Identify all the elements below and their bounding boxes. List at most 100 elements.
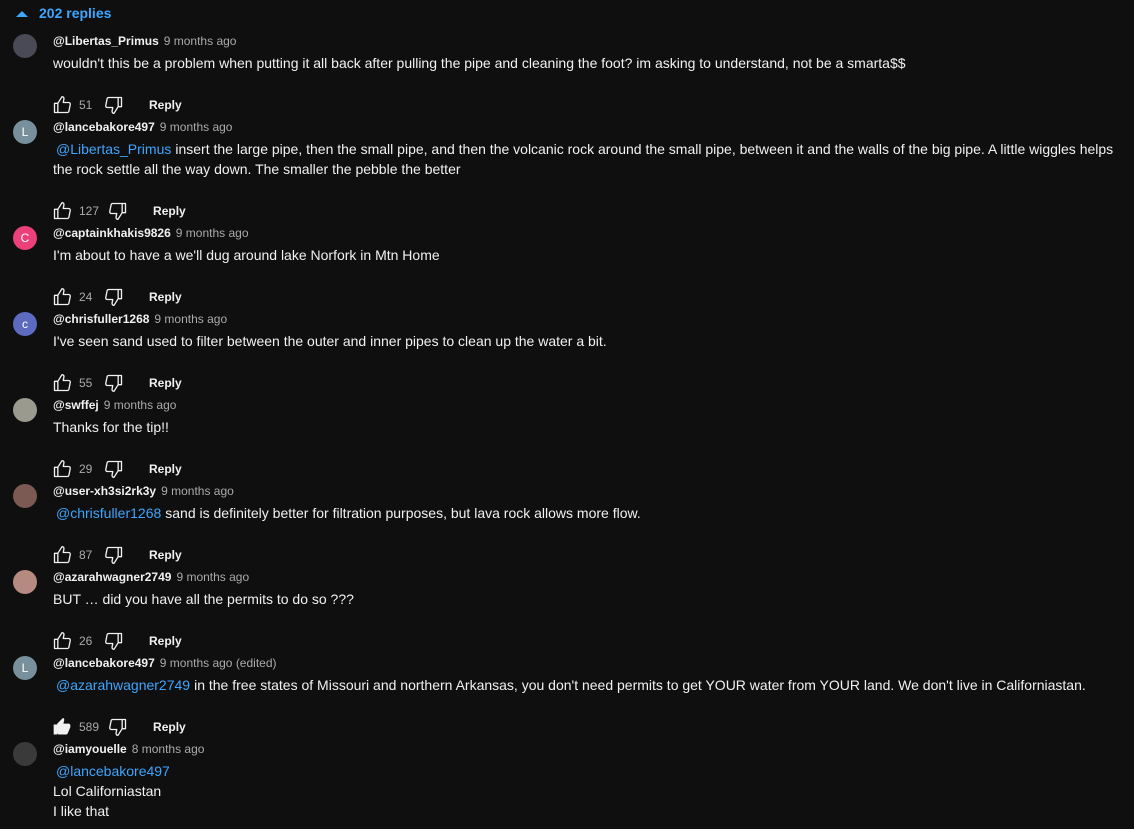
like-thumb-icon[interactable] xyxy=(51,458,73,480)
comment-timestamp[interactable]: 9 months ago (edited) xyxy=(160,656,277,670)
avatar[interactable] xyxy=(13,570,37,594)
comment-timestamp[interactable]: 9 months ago xyxy=(164,34,237,48)
reply-button[interactable]: Reply xyxy=(149,376,182,390)
dislike-thumb-icon[interactable] xyxy=(103,544,125,566)
comment-header: @lancebakore497 9 months ago xyxy=(53,120,232,136)
like-thumb-icon[interactable] xyxy=(51,94,73,116)
comment-author[interactable]: @swffej xyxy=(53,398,99,412)
replies-toggle[interactable]: 202 replies xyxy=(16,4,111,22)
mention-link[interactable]: @chrisfuller1268 xyxy=(56,505,161,521)
comment-header: @lancebakore497 9 months ago (edited) xyxy=(53,656,277,672)
mention-link[interactable]: @azarahwagner2749 xyxy=(56,677,190,693)
caret-up-icon xyxy=(16,10,28,17)
avatar[interactable] xyxy=(13,34,37,58)
comment-text: I'm about to have a we'll dug around lak… xyxy=(53,245,1118,265)
dislike-thumb-icon[interactable] xyxy=(103,372,125,394)
comment-line: I'm about to have a we'll dug around lak… xyxy=(53,247,440,263)
comment-line: Thanks for the tip!! xyxy=(53,419,169,435)
comment-line: sand is definitely better for filtration… xyxy=(165,505,641,521)
comment-actions: 26 Reply xyxy=(51,630,182,652)
comment-text: BUT … did you have all the permits to do… xyxy=(53,589,1118,609)
comment-author[interactable]: @user-xh3si2rk3y xyxy=(53,484,156,498)
replies-toggle-label: 202 replies xyxy=(39,5,112,21)
comment-line: I've seen sand used to filter between th… xyxy=(53,333,607,349)
avatar[interactable]: C xyxy=(13,226,37,250)
comment-author[interactable]: @lancebakore497 xyxy=(53,120,155,134)
dislike-thumb-icon[interactable] xyxy=(103,94,125,116)
dislike-thumb-icon[interactable] xyxy=(103,458,125,480)
like-count: 127 xyxy=(79,204,100,218)
comment-line: I like that xyxy=(53,803,110,819)
comment-timestamp[interactable]: 9 months ago xyxy=(104,398,177,412)
comment-author[interactable]: @iamyouelle xyxy=(53,742,127,756)
comment-author[interactable]: @chrisfuller1268 xyxy=(53,312,149,326)
reply-button[interactable]: Reply xyxy=(149,462,182,476)
like-count: 51 xyxy=(79,98,93,112)
comment-author[interactable]: @Libertas_Primus xyxy=(53,34,159,48)
comment-text: @chrisfuller1268 sand is definitely bette… xyxy=(53,503,1118,523)
avatar[interactable]: L xyxy=(13,656,37,680)
like-thumb-icon[interactable] xyxy=(51,716,73,738)
comment-text: Thanks for the tip!! xyxy=(53,417,1118,437)
comment-actions: 51 Reply xyxy=(51,94,182,116)
like-thumb-icon[interactable] xyxy=(51,372,73,394)
dislike-thumb-icon[interactable] xyxy=(107,716,129,738)
comment-timestamp[interactable]: 9 months ago xyxy=(176,226,249,240)
comment-line: BUT … did you have all the permits to do… xyxy=(53,591,354,607)
like-thumb-icon[interactable] xyxy=(51,200,73,222)
avatar[interactable] xyxy=(13,484,37,508)
comment-text: I've seen sand used to filter between th… xyxy=(53,331,1118,351)
like-thumb-icon[interactable] xyxy=(51,544,73,566)
comment-actions: 29 Reply xyxy=(51,458,182,480)
avatar[interactable] xyxy=(13,742,37,766)
comment-timestamp[interactable]: 9 months ago xyxy=(154,312,227,326)
comment-line: insert the large pipe, then the small pi… xyxy=(53,141,1114,177)
like-count: 29 xyxy=(79,462,93,476)
avatar[interactable]: c xyxy=(13,312,37,336)
like-thumb-icon[interactable] xyxy=(51,286,73,308)
comment-timestamp[interactable]: 9 months ago xyxy=(161,484,234,498)
comment-timestamp[interactable]: 8 months ago xyxy=(132,742,205,756)
comment-author[interactable]: @captainkhakis9826 xyxy=(53,226,171,240)
comment-header: @azarahwagner2749 9 months ago xyxy=(53,570,249,586)
comment-line: Lol Californiastan xyxy=(53,783,162,799)
comment-header: @user-xh3si2rk3y 9 months ago xyxy=(53,484,234,500)
comment-actions: 127 Reply xyxy=(51,200,186,222)
like-count: 589 xyxy=(79,720,100,734)
like-count: 24 xyxy=(79,290,93,304)
comment-text: @lancebakore497 Lol Californiastan I like … xyxy=(53,761,1118,821)
comment-author[interactable]: @azarahwagner2749 xyxy=(53,570,171,584)
comment-actions: 24 Reply xyxy=(51,286,182,308)
reply-button[interactable]: Reply xyxy=(149,634,182,648)
comment-line: wouldn't this be a problem when putting … xyxy=(53,55,906,71)
comment-header: @chrisfuller1268 9 months ago xyxy=(53,312,227,328)
dislike-thumb-icon[interactable] xyxy=(107,200,129,222)
comment-timestamp[interactable]: 9 months ago xyxy=(176,570,249,584)
reply-button[interactable]: Reply xyxy=(153,204,186,218)
comment-text: @Libertas_Primus insert the large pipe, t… xyxy=(53,139,1118,179)
reply-button[interactable]: Reply xyxy=(153,720,186,734)
reply-button[interactable]: Reply xyxy=(149,290,182,304)
dislike-thumb-icon[interactable] xyxy=(103,286,125,308)
comment-header: @captainkhakis9826 9 months ago xyxy=(53,226,249,242)
mention-link[interactable]: @Libertas_Primus xyxy=(56,141,171,157)
comment-actions: 55 Reply xyxy=(51,372,182,394)
avatar[interactable]: L xyxy=(13,120,37,144)
comment-header: @iamyouelle 8 months ago xyxy=(53,742,204,758)
comment-actions: 87 Reply xyxy=(51,544,182,566)
like-count: 26 xyxy=(79,634,93,648)
comment-timestamp[interactable]: 9 months ago xyxy=(160,120,233,134)
reply-button[interactable]: Reply xyxy=(149,548,182,562)
comment-actions: 589 Reply xyxy=(51,716,186,738)
comment-line: in the free states of Missouri and north… xyxy=(194,677,1086,693)
comment-header: @swffej 9 months ago xyxy=(53,398,176,414)
like-thumb-icon[interactable] xyxy=(51,630,73,652)
avatar[interactable] xyxy=(13,398,37,422)
dislike-thumb-icon[interactable] xyxy=(103,630,125,652)
like-count: 55 xyxy=(79,376,93,390)
mention-link[interactable]: @lancebakore497 xyxy=(56,763,170,779)
comment-header: @Libertas_Primus 9 months ago xyxy=(53,34,236,50)
comment-text: wouldn't this be a problem when putting … xyxy=(53,53,1118,73)
comment-author[interactable]: @lancebakore497 xyxy=(53,656,155,670)
reply-button[interactable]: Reply xyxy=(149,98,182,112)
